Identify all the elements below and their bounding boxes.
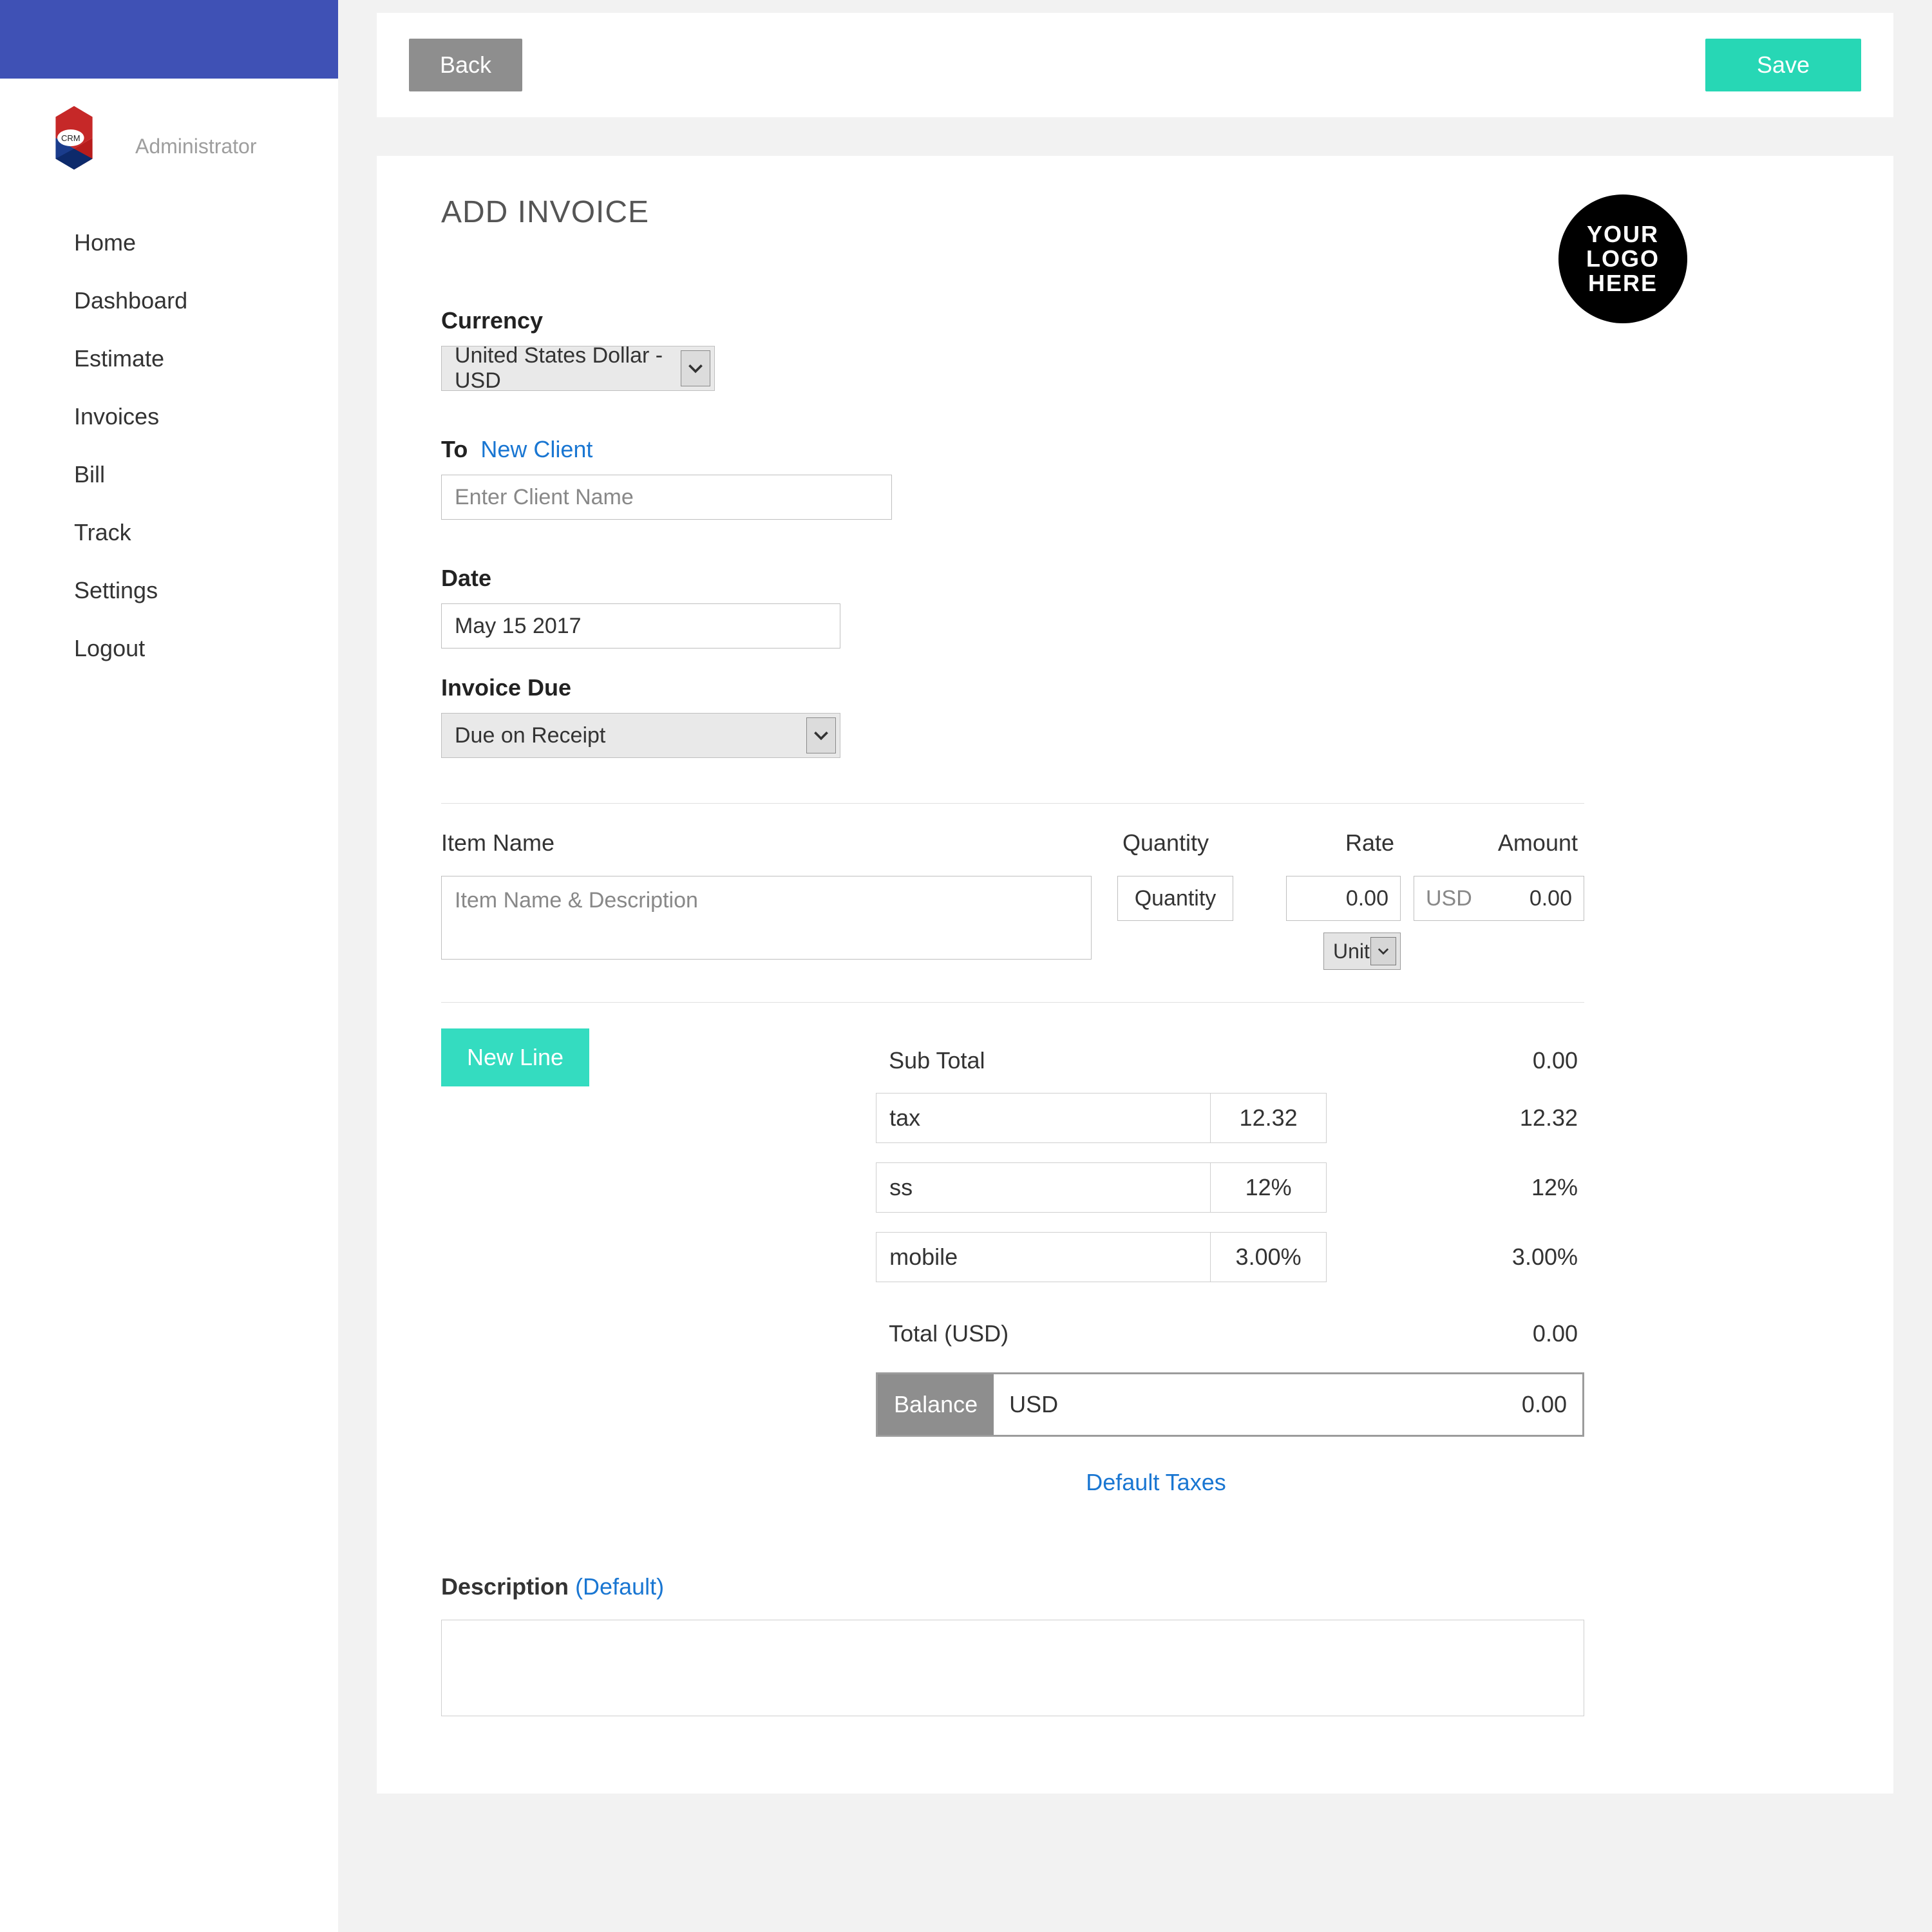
tax-name-input[interactable]: mobile — [876, 1232, 1211, 1282]
item-description-input[interactable]: Item Name & Description — [441, 876, 1092, 960]
sidebar-item-settings[interactable]: Settings — [0, 562, 338, 620]
amount-value: 0.00 — [1530, 886, 1572, 911]
tax-row: ss 12% 12% — [876, 1162, 1584, 1213]
to-label: To — [441, 436, 468, 462]
crm-logo: CRM — [32, 104, 116, 188]
sidebar: CRM Administrator Home Dashboard Estimat… — [0, 0, 338, 1932]
col-rate: Rate — [1233, 829, 1401, 857]
col-item-name: Item Name — [441, 829, 1104, 857]
description-label: Description — [441, 1573, 569, 1600]
sidebar-topbar — [0, 0, 338, 79]
sidebar-item-bill[interactable]: Bill — [0, 446, 338, 504]
new-line-button[interactable]: New Line — [441, 1028, 589, 1086]
description-default-link[interactable]: (Default) — [575, 1573, 664, 1600]
invoice-due-label: Invoice Due — [441, 674, 1829, 701]
description-label-row: Description (Default) — [441, 1573, 1829, 1600]
invoice-due-select[interactable]: Due on Receipt — [441, 713, 840, 758]
totals: Sub Total 0.00 tax 12.32 12.32 ss 12% 12… — [876, 1028, 1584, 1437]
chevron-down-icon — [681, 350, 710, 386]
tax-name-input[interactable]: tax — [876, 1093, 1211, 1143]
tax-rate-input[interactable]: 3.00% — [1211, 1232, 1327, 1282]
back-button[interactable]: Back — [409, 39, 522, 91]
invoice-due-field: Invoice Due Due on Receipt — [441, 674, 1829, 758]
col-amount: Amount — [1401, 829, 1584, 857]
sidebar-item-logout[interactable]: Logout — [0, 620, 338, 677]
rate-input[interactable]: 0.00 — [1286, 876, 1401, 921]
default-taxes-link[interactable]: Default Taxes — [1086, 1469, 1226, 1495]
sidebar-nav: Home Dashboard Estimate Invoices Bill Tr… — [0, 207, 338, 677]
logo-placeholder-line: LOGO — [1586, 247, 1660, 271]
amount-currency: USD — [1426, 886, 1472, 911]
tax-name-input[interactable]: ss — [876, 1162, 1211, 1213]
total-row: Total (USD) 0.00 — [876, 1302, 1584, 1366]
chevron-down-icon — [1370, 937, 1396, 965]
subtotal-row: Sub Total 0.00 — [876, 1028, 1584, 1093]
tax-amount: 12% — [1327, 1174, 1584, 1201]
default-taxes-row: Default Taxes — [728, 1469, 1584, 1496]
sidebar-item-track[interactable]: Track — [0, 504, 338, 562]
date-field: Date May 15 2017 — [441, 565, 1829, 649]
description-textarea[interactable] — [441, 1620, 1584, 1716]
amount-display: USD 0.00 — [1414, 876, 1584, 921]
logo-placeholder-line: HERE — [1588, 271, 1658, 296]
date-label: Date — [441, 565, 1829, 592]
line-items: Item Name Quantity Rate Amount Item Name… — [441, 829, 1584, 970]
logo-placeholder[interactable]: YOUR LOGO HERE — [1558, 194, 1687, 323]
balance-field: USD 0.00 — [994, 1374, 1582, 1435]
save-button[interactable]: Save — [1705, 39, 1861, 91]
currency-select[interactable]: United States Dollar - USD — [441, 346, 715, 391]
tax-amount: 12.32 — [1327, 1104, 1584, 1132]
date-input[interactable]: May 15 2017 — [441, 603, 840, 649]
subtotal-label: Sub Total — [876, 1047, 1391, 1074]
sidebar-item-home[interactable]: Home — [0, 214, 338, 272]
total-value: 0.00 — [1391, 1320, 1584, 1347]
new-client-link[interactable]: New Client — [480, 436, 592, 462]
totals-section: New Line Sub Total 0.00 tax 12.32 12.32 … — [441, 1028, 1584, 1437]
logo-placeholder-line: YOUR — [1587, 222, 1659, 247]
divider — [441, 803, 1584, 804]
sidebar-item-estimate[interactable]: Estimate — [0, 330, 338, 388]
total-label: Total (USD) — [876, 1320, 1391, 1347]
balance-value: 0.00 — [1522, 1391, 1567, 1418]
currency-select-value: United States Dollar - USD — [442, 346, 681, 390]
invoice-form: ADD INVOICE YOUR LOGO HERE Currency Unit… — [377, 156, 1893, 1794]
line-item-row: Item Name & Description Quantity 0.00 Un… — [441, 876, 1584, 970]
unit-select-value: Unit — [1324, 940, 1370, 963]
balance-label: Balance — [878, 1374, 994, 1435]
tax-rate-input[interactable]: 12% — [1211, 1162, 1327, 1213]
col-quantity: Quantity — [1104, 829, 1233, 857]
main: Back Save ADD INVOICE YOUR LOGO HERE Cur… — [338, 0, 1932, 1832]
divider — [441, 1002, 1584, 1003]
invoice-due-select-value: Due on Receipt — [442, 714, 806, 757]
balance-currency: USD — [1009, 1391, 1058, 1418]
svg-text:CRM: CRM — [61, 133, 80, 143]
chevron-down-icon — [806, 717, 836, 753]
sidebar-item-invoices[interactable]: Invoices — [0, 388, 338, 446]
sidebar-user: CRM Administrator — [0, 79, 338, 207]
tax-amount: 3.00% — [1327, 1244, 1584, 1271]
tax-row: mobile 3.00% 3.00% — [876, 1232, 1584, 1282]
line-items-header: Item Name Quantity Rate Amount — [441, 829, 1584, 857]
tax-rate-input[interactable]: 12.32 — [1211, 1093, 1327, 1143]
sidebar-item-dashboard[interactable]: Dashboard — [0, 272, 338, 330]
unit-select[interactable]: Unit — [1323, 933, 1401, 970]
user-role: Administrator — [135, 135, 257, 158]
tax-row: tax 12.32 12.32 — [876, 1093, 1584, 1143]
to-field: To New Client Enter Client Name — [441, 436, 1829, 520]
quantity-input[interactable]: Quantity — [1117, 876, 1233, 921]
client-name-input[interactable]: Enter Client Name — [441, 475, 892, 520]
balance-row: Balance USD 0.00 — [876, 1372, 1584, 1437]
subtotal-value: 0.00 — [1391, 1047, 1584, 1074]
action-bar: Back Save — [377, 13, 1893, 117]
